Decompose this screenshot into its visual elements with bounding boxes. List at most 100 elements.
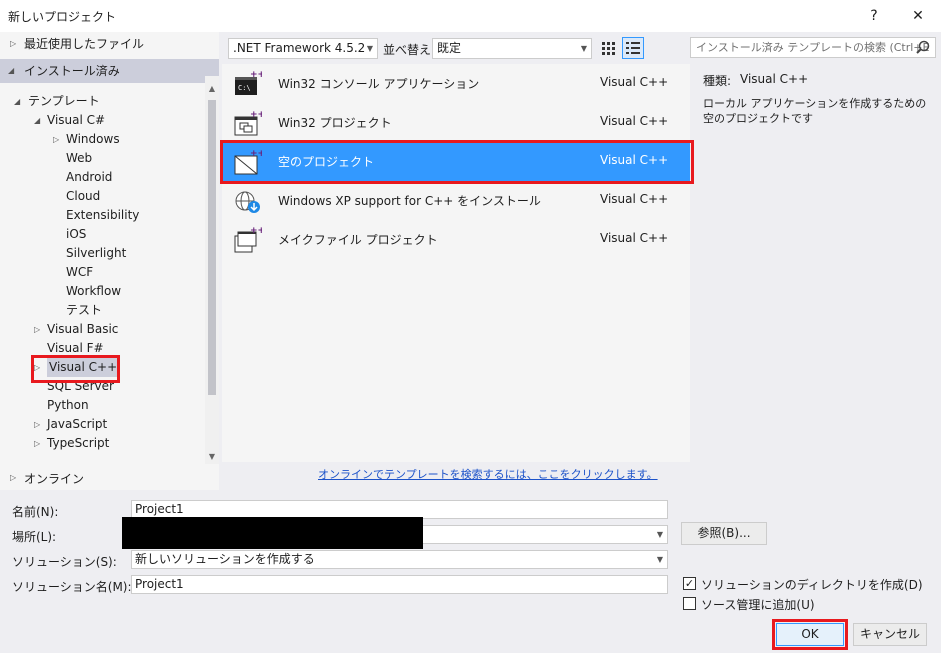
svg-text:C:\: C:\ xyxy=(238,84,251,92)
solution-name-label: ソリューション名(M): xyxy=(12,580,132,594)
tree-item-label: iOS xyxy=(66,227,87,241)
collapse-arrow-icon: ◢ xyxy=(14,97,21,106)
tree-online-label[interactable]: オンライン xyxy=(24,470,84,487)
template-lang: Visual C++ xyxy=(600,75,669,89)
tree-item-label: Visual Basic xyxy=(47,322,119,336)
template-tree: ▷ 最近使用したファイル ◢ インストール済み ◢ テンプレート ◢ Visual… xyxy=(0,32,219,464)
template-item-console[interactable]: C:\ ++ Win32 コンソール アプリケーション Visual C++ xyxy=(222,64,690,103)
expand-arrow-icon[interactable]: ▷ xyxy=(34,320,40,339)
tree-recent-label: 最近使用したファイル xyxy=(24,37,145,51)
tree-item-label: TypeScript xyxy=(47,436,110,450)
close-button[interactable]: ✕ xyxy=(900,4,936,28)
online-search-link[interactable]: オンラインでテンプレートを検索するには、ここをクリックします。 xyxy=(318,466,658,482)
framework-value: .NET Framework 4.5.2 xyxy=(233,41,366,55)
solution-value: 新しいソリューションを作成する xyxy=(135,552,315,566)
expand-arrow-icon[interactable]: ▷ xyxy=(34,415,40,434)
template-list: C:\ ++ Win32 コンソール アプリケーション Visual C++ ++… xyxy=(222,64,690,462)
tree-item-label: Cloud xyxy=(66,189,101,203)
tree-recent[interactable]: ▷ 最近使用したファイル xyxy=(0,32,219,56)
create-directory-checkbox[interactable]: ✓ xyxy=(683,577,696,590)
tree-installed-label: インストール済み xyxy=(24,64,120,78)
grid-view-icon[interactable] xyxy=(598,38,618,58)
template-item-win32[interactable]: ++ Win32 プロジェクト Visual C++ xyxy=(222,103,690,142)
tree-item-label: Windows xyxy=(66,132,120,146)
tree-item[interactable]: ▷ TypeScript xyxy=(0,434,205,453)
sort-dropdown[interactable]: 既定 ▼ xyxy=(432,38,592,59)
list-view-icon[interactable] xyxy=(622,37,644,59)
template-details: 種類: Visual C++ ローカル アプリケーションを作成するための空のプロ… xyxy=(690,64,941,462)
win32-project-icon: ++ xyxy=(234,109,265,137)
tree-item[interactable]: ◢ Visual C# xyxy=(0,111,205,130)
tree-item[interactable]: テスト xyxy=(0,301,205,320)
framework-dropdown[interactable]: .NET Framework 4.5.2 ▼ xyxy=(228,38,378,59)
tree-item[interactable]: iOS xyxy=(0,225,205,244)
solution-label: ソリューション(S): xyxy=(12,555,117,569)
template-lang: Visual C++ xyxy=(600,192,669,206)
tree-item[interactable]: Android xyxy=(0,168,205,187)
tree-templates-label: テンプレート xyxy=(28,94,100,108)
template-search-input[interactable]: インストール済み テンプレートの検索 (Ctrl+E xyxy=(690,37,936,58)
create-directory-label: ソリューションのディレクトリを作成(D) xyxy=(701,578,923,592)
template-lang: Visual C++ xyxy=(600,231,669,245)
template-item-makefile[interactable]: ++ メイクファイル プロジェクト Visual C++ xyxy=(222,220,690,259)
chevron-down-icon: ▼ xyxy=(580,44,587,53)
scroll-up-icon[interactable]: ▲ xyxy=(205,84,219,93)
online-row-bg: ▷ オンライン xyxy=(0,464,219,490)
tree-item[interactable]: ▷ Windows xyxy=(0,130,205,149)
collapse-arrow-icon: ◢ xyxy=(8,66,15,75)
window-title: 新しいプロジェクト xyxy=(8,10,117,24)
svg-text:++: ++ xyxy=(250,110,262,120)
tree-item[interactable]: ▷ Visual Basic xyxy=(0,320,205,339)
tree-item[interactable]: Workflow xyxy=(0,282,205,301)
selection-highlight-box xyxy=(220,140,694,184)
template-item-xp-support[interactable]: Windows XP support for C++ をインストール Visua… xyxy=(222,181,690,220)
console-app-icon: C:\ ++ xyxy=(234,70,265,98)
template-description: ローカル アプリケーションを作成するための空のプロジェクトです xyxy=(703,97,927,125)
tree-item-label: Silverlight xyxy=(66,246,127,260)
template-lang: Visual C++ xyxy=(600,114,669,128)
cancel-button[interactable]: キャンセル xyxy=(853,623,927,646)
source-control-checkbox[interactable] xyxy=(683,597,696,610)
solution-name-input[interactable]: Project1 xyxy=(131,575,668,594)
sort-label: 並べ替え: xyxy=(383,43,436,57)
type-label: 種類: xyxy=(703,74,732,88)
tree-item-label: Visual C# xyxy=(47,113,106,127)
tree-item-label: JavaScript xyxy=(47,417,108,431)
sort-value: 既定 xyxy=(437,41,462,55)
tree-item-label: Workflow xyxy=(66,284,122,298)
visual-cpp-highlight-box xyxy=(31,355,120,383)
search-icon[interactable] xyxy=(914,39,932,57)
browse-button[interactable]: 参照(B)... xyxy=(681,522,767,545)
chevron-down-icon: ▼ xyxy=(656,530,663,539)
tree-item[interactable]: Cloud xyxy=(0,187,205,206)
svg-text:++: ++ xyxy=(250,70,262,80)
collapse-arrow-icon[interactable]: ◢ xyxy=(34,111,40,130)
tree-item[interactable]: Web xyxy=(0,149,205,168)
tree-item[interactable]: WCF xyxy=(0,263,205,282)
expand-arrow-icon[interactable]: ▷ xyxy=(34,434,40,453)
expand-arrow-icon[interactable]: ▷ xyxy=(53,130,59,149)
tree-item-label: Python xyxy=(47,398,89,412)
tree-scrollbar-thumb[interactable] xyxy=(208,100,216,395)
tree-item[interactable]: Python xyxy=(0,396,205,415)
project-name-value: Project1 xyxy=(135,502,184,516)
tree-item[interactable]: ▷ JavaScript xyxy=(0,415,205,434)
tree-item-label: WCF xyxy=(66,265,94,279)
source-control-label: ソース管理に追加(U) xyxy=(701,598,815,612)
scroll-down-icon[interactable]: ▼ xyxy=(205,452,219,461)
tree-item-label: Extensibility xyxy=(66,208,140,222)
chevron-down-icon: ▼ xyxy=(656,555,663,564)
help-button[interactable]: ? xyxy=(856,4,892,28)
tree-item-label: テスト xyxy=(66,303,103,317)
solution-dropdown[interactable]: 新しいソリューションを作成する ▼ xyxy=(131,550,668,569)
tree-item[interactable]: Extensibility xyxy=(0,206,205,225)
template-name: メイクファイル プロジェクト xyxy=(278,233,438,247)
template-name: Windows XP support for C++ をインストール xyxy=(278,194,541,208)
type-value: Visual C++ xyxy=(740,72,809,86)
location-label: 場所(L): xyxy=(12,530,57,544)
template-name: Win32 コンソール アプリケーション xyxy=(278,77,480,91)
makefile-project-icon: ++ xyxy=(234,226,265,254)
tree-installed[interactable]: ◢ インストール済み xyxy=(0,59,219,83)
redacted-location xyxy=(122,517,423,549)
tree-item[interactable]: Silverlight xyxy=(0,244,205,263)
